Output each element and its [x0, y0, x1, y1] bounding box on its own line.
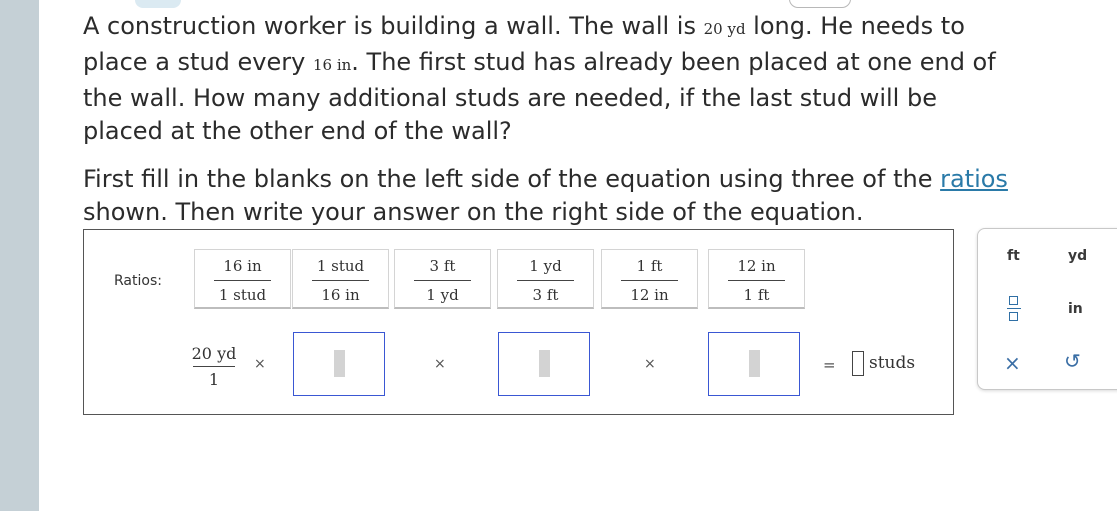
ratio-1stud-per-16in[interactable]: 1 stud 16 in: [292, 249, 389, 309]
given-fraction-20yd: 20 yd 1: [191, 344, 237, 389]
ratio-1yd-per-3ft[interactable]: 1 yd 3 ft: [497, 249, 594, 309]
wall-length: 20 yd: [703, 20, 746, 38]
ratio-3ft-per-1yd[interactable]: 3 ft 1 yd: [394, 249, 491, 309]
top-tab[interactable]: [135, 0, 181, 8]
ratio-16in-per-1stud[interactable]: 16 in 1 stud: [194, 249, 291, 309]
ratio-1ft-per-12in[interactable]: 1 ft 12 in: [601, 249, 698, 309]
blank-ratio-2[interactable]: [498, 332, 590, 396]
ratios-link[interactable]: ratios: [940, 165, 1008, 193]
palette-ft-button[interactable]: ft: [1007, 248, 1020, 264]
input-cursor: [539, 350, 550, 377]
palette-yd-button[interactable]: yd: [1068, 248, 1087, 264]
ratios-label: Ratios:: [114, 273, 162, 289]
answer-input[interactable]: [852, 351, 864, 376]
stud-spacing: 16 in: [312, 56, 352, 74]
blank-ratio-3[interactable]: [708, 332, 800, 396]
problem-statement: A construction worker is building a wall…: [83, 12, 996, 145]
palette-in-button[interactable]: in: [1068, 301, 1083, 317]
fraction-icon[interactable]: [1006, 295, 1022, 323]
equation-workspace: Ratios: 16 in 1 stud 1 stud 16 in 3 ft 1 yd…: [83, 229, 954, 415]
answer-unit: studs: [869, 353, 916, 373]
undo-icon[interactable]: ↺: [1064, 349, 1081, 373]
unit-palette: ft yd in × ↺: [977, 228, 1117, 390]
question-text: A construction worker is building a wall…: [83, 10, 1023, 229]
side-panel-strip: [0, 0, 39, 511]
blank-ratio-1[interactable]: [293, 332, 385, 396]
ratio-12in-per-1ft[interactable]: 12 in 1 ft: [708, 249, 805, 309]
instructions: First fill in the blanks on the left sid…: [83, 165, 1008, 226]
clear-icon[interactable]: ×: [1004, 351, 1021, 375]
equals-sign: =: [823, 356, 836, 374]
input-cursor: [749, 350, 760, 377]
times-sign: ×: [434, 356, 446, 372]
top-toggle-button[interactable]: [789, 0, 851, 8]
input-cursor: [334, 350, 345, 377]
times-sign: ×: [644, 356, 656, 372]
times-sign: ×: [254, 356, 266, 372]
